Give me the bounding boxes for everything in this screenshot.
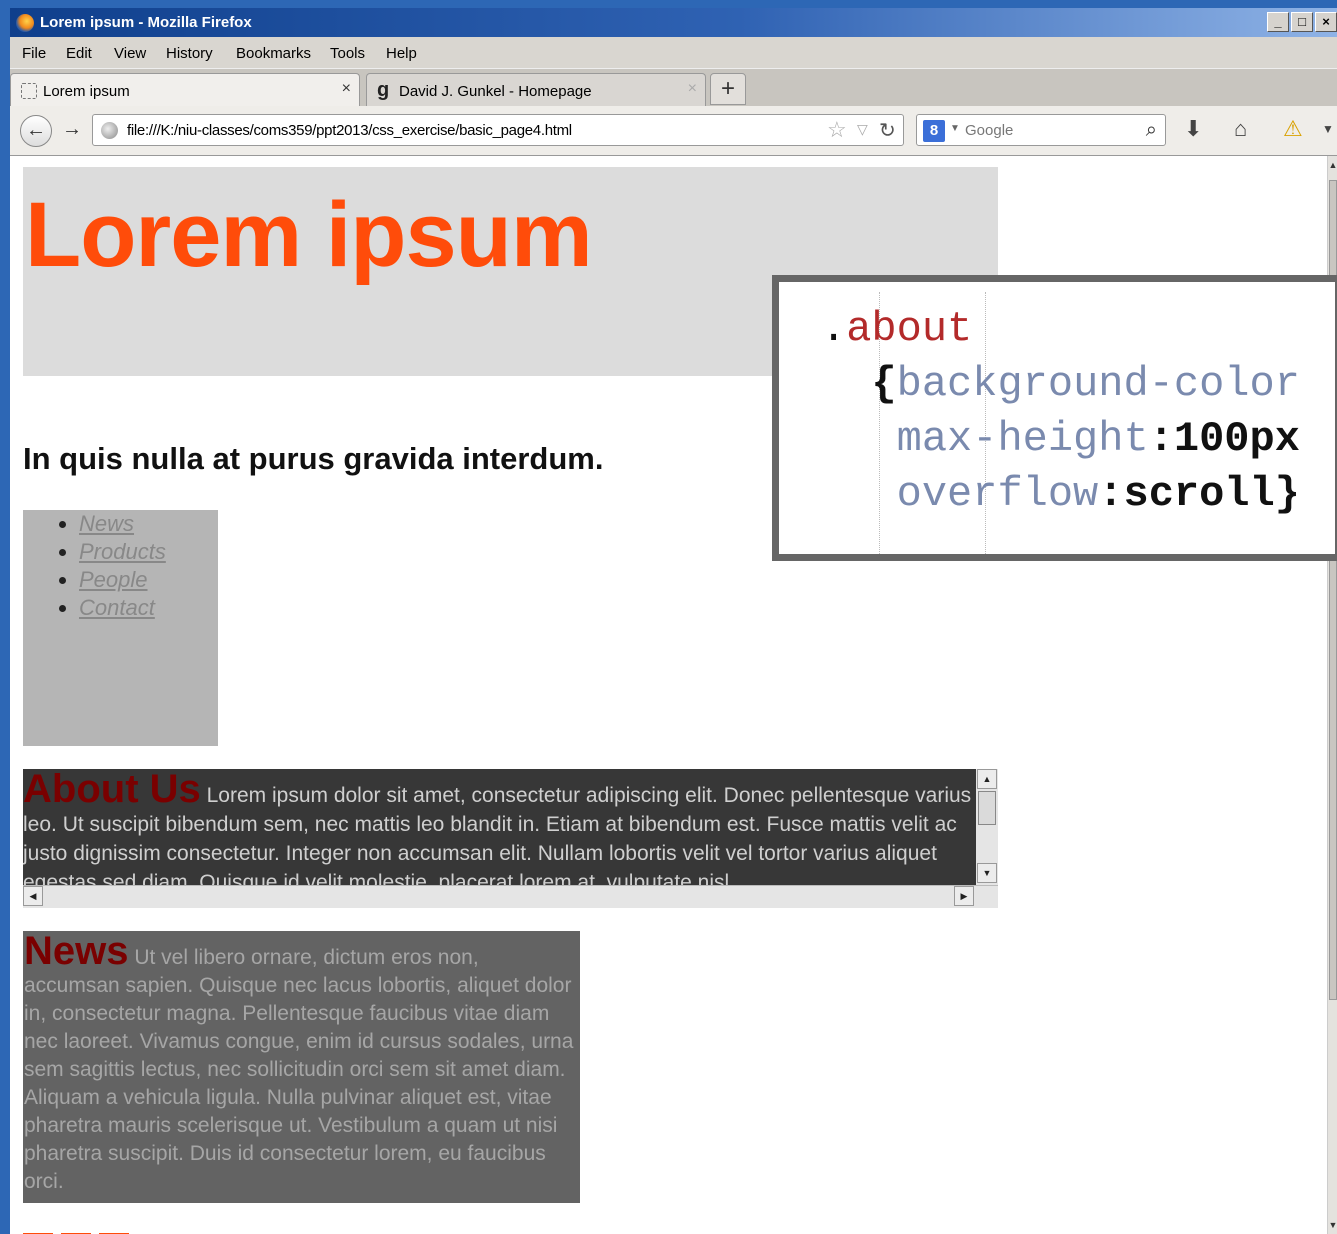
scroll-right-button[interactable]: ▶ [954,886,974,906]
horizontal-scrollbar[interactable]: ◀ ▶ [23,885,998,908]
menu-tools[interactable]: Tools [330,45,365,62]
code-colon: : [1098,470,1124,518]
window-title: Lorem ipsum - Mozilla Firefox [40,14,252,31]
nav-sidebar: News Products People Contact [23,510,218,746]
back-button[interactable]: ← [20,115,52,147]
page-scroll-down[interactable]: ▼ [1328,1220,1337,1230]
page-subheading: In quis nulla at purus gravida interdum. [23,441,604,476]
page-scroll-up[interactable]: ▲ [1328,160,1337,170]
code-value: 100px [1173,415,1300,463]
forward-button[interactable]: → [62,118,82,141]
nav-item: News [79,510,166,538]
bookmark-star-icon[interactable]: ☆ [827,117,847,143]
google-engine-icon[interactable]: 8 [923,120,945,142]
toolbar-menu-icon[interactable]: ▼ [1322,122,1334,136]
engine-dropdown-icon[interactable]: ▼ [950,123,960,134]
close-tab-icon[interactable]: × [688,80,697,98]
globe-icon [101,122,118,139]
site-g-icon: g [377,79,390,101]
menu-bookmarks[interactable]: Bookmarks [236,45,311,62]
navigation-toolbar: ← → file:///K:/niu-classes/coms359/ppt20… [10,106,1337,156]
maximize-button[interactable]: □ [1291,12,1313,32]
about-heading: About Us [23,769,201,811]
tab-lorem-ipsum[interactable]: Lorem ipsum × [10,73,360,107]
menu-file[interactable]: File [22,45,46,62]
tab-label: Lorem ipsum [43,83,130,100]
search-bar[interactable]: 8 ▼ Google ⌕ [916,114,1166,146]
page-title: Lorem ipsum [25,184,593,286]
close-tab-icon[interactable]: × [342,80,351,98]
code-dot: . [821,305,847,353]
scroll-down-button[interactable]: ▼ [977,863,997,883]
history-dropdown-icon[interactable]: ▽ [857,121,868,138]
news-section: News Ut vel libero ornare, dictum eros n… [23,931,580,1203]
about-scroll-content[interactable]: About Us Lorem ipsum dolor sit amet, con… [23,769,973,885]
scroll-left-button[interactable]: ◀ [23,886,43,906]
css-code-block: .about {background-color max-height:100p… [821,302,1300,522]
nav-list: News Products People Contact [79,510,166,622]
menu-bar: File Edit View History Bookmarks Tools H… [10,37,1337,68]
warning-icon[interactable]: ⚠ [1283,116,1303,142]
news-text: Ut vel libero ornare, dictum eros non, a… [24,946,574,1193]
code-selector: about [846,305,973,353]
vertical-scrollbar[interactable]: ▲ ▼ [976,769,998,885]
code-property: overflow [896,470,1099,518]
blank-page-icon [21,83,37,99]
vertical-scroll-thumb[interactable] [978,791,996,825]
downloads-icon[interactable]: ⬇ [1184,116,1202,142]
code-value: scroll} [1123,470,1300,518]
url-text[interactable]: file:///K:/niu-classes/coms359/ppt2013/c… [127,122,572,139]
code-brace: { [871,360,897,408]
nav-link-products[interactable]: Products [79,539,166,564]
menu-edit[interactable]: Edit [66,45,92,62]
nav-item: Products [79,538,166,566]
search-magnifier-icon[interactable]: ⌕ [1146,119,1157,142]
menu-history[interactable]: History [166,45,213,62]
reload-icon[interactable]: ↻ [879,118,896,143]
news-heading: News [24,931,129,973]
scroll-up-button[interactable]: ▲ [977,769,997,789]
search-placeholder[interactable]: Google [965,122,1013,139]
tab-label: David J. Gunkel - Homepage [399,83,592,100]
minimize-button[interactable]: _ [1267,12,1289,32]
menu-view[interactable]: View [114,45,146,62]
nav-link-news[interactable]: News [79,511,134,536]
next-section-heading-fragment [23,1224,143,1234]
new-tab-button[interactable]: + [710,73,746,105]
url-bar[interactable]: file:///K:/niu-classes/coms359/ppt2013/c… [92,114,904,146]
menu-help[interactable]: Help [386,45,417,62]
tab-gunkel-homepage[interactable]: g David J. Gunkel - Homepage × [366,73,706,107]
window-controls: _ □ × [1267,12,1337,32]
css-code-overlay: .about {background-color max-height:100p… [772,275,1337,561]
code-property: max-height [896,415,1149,463]
code-property: background-color [896,360,1300,408]
nav-item: People [79,566,166,594]
about-section: About Us Lorem ipsum dolor sit amet, con… [23,769,998,908]
nav-link-people[interactable]: People [79,567,148,592]
tab-bar: Lorem ipsum × g David J. Gunkel - Homepa… [10,68,1337,107]
title-bar: Lorem ipsum - Mozilla Firefox _ □ × [10,8,1337,37]
nav-item: Contact [79,594,166,622]
nav-link-contact[interactable]: Contact [79,595,155,620]
close-window-button[interactable]: × [1315,12,1337,32]
home-icon[interactable]: ⌂ [1234,116,1247,142]
code-colon: : [1148,415,1174,463]
firefox-icon [16,14,34,32]
